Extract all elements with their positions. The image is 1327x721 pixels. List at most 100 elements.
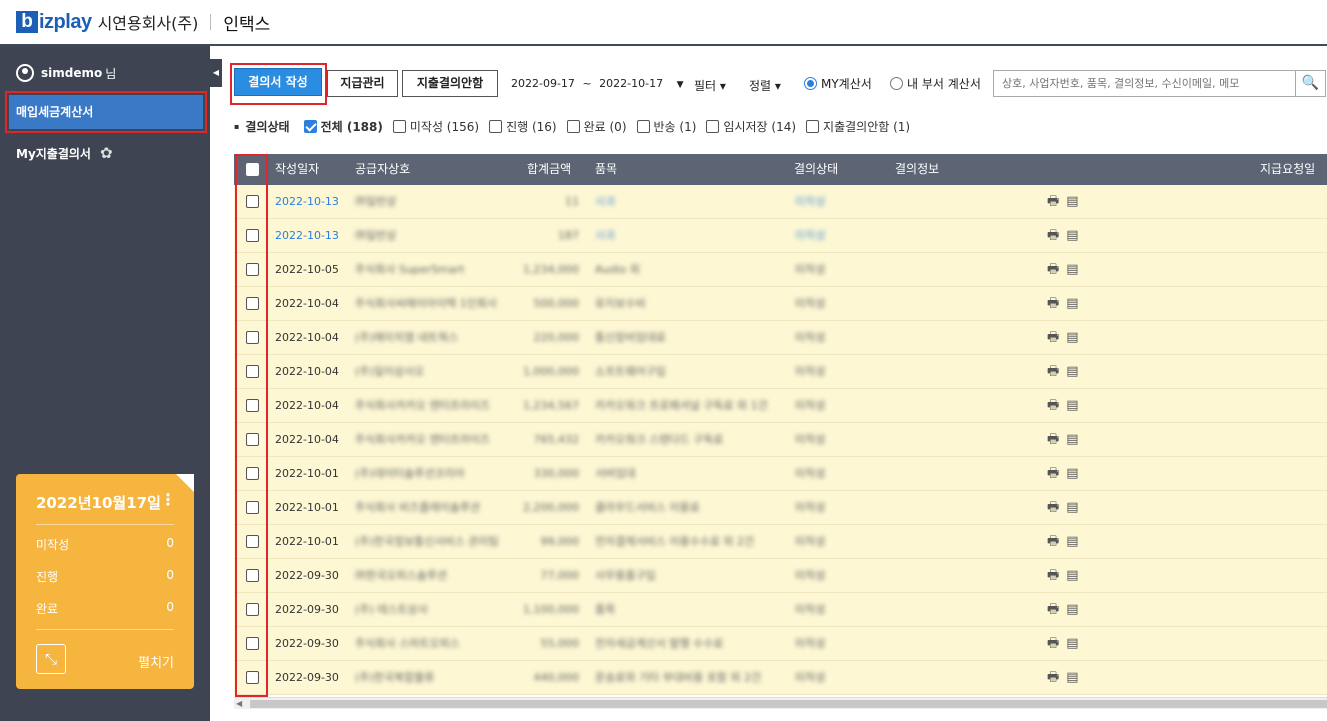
memo-icon[interactable]: ▤ — [1066, 364, 1078, 379]
table-row[interactable]: 2022-10-04 (주)일이삼사오 1,000,000 소프트웨어구입 미작성 🖶 ▤ — [234, 355, 1327, 389]
checkbox[interactable] — [489, 120, 503, 133]
row-checkbox[interactable] — [246, 195, 259, 208]
scrollbar-thumb[interactable] — [250, 700, 1327, 708]
memo-icon[interactable]: ▤ — [1066, 432, 1078, 447]
radio-dept-invoice[interactable]: 내 부서 계산서 — [890, 75, 981, 92]
filter-no-expense[interactable]: 지출결의안함 (1) — [806, 118, 910, 135]
memo-icon[interactable]: ▤ — [1066, 568, 1078, 583]
row-checkbox[interactable] — [246, 603, 259, 616]
row-checkbox[interactable] — [246, 331, 259, 344]
no-expense-button[interactable]: 지출결의안함 — [402, 70, 498, 97]
table-row[interactable]: 2022-10-01 (주)한국정보통신서비스 관리팀 99,000 전자결제서비스 … — [234, 525, 1327, 559]
sidebar-item-purchase-tax-invoice[interactable]: 매입세금계산서 — [5, 91, 207, 133]
memo-icon[interactable]: ▤ — [1066, 228, 1078, 243]
table-row[interactable]: 2022-09-30 (주)한국복합물류 440,000 운송료외 기타 부대비용 포… — [234, 661, 1327, 695]
sidebar-collapse-icon[interactable]: ◀ — [210, 59, 222, 87]
table-row[interactable]: 2022-10-05 주식회사 SuperSmart 1,234,000 Audio … — [234, 253, 1327, 287]
filter-unwritten[interactable]: 미작성 (156) — [392, 118, 479, 135]
print-icon[interactable]: 🖶 — [1047, 670, 1059, 685]
checkbox[interactable] — [303, 120, 317, 133]
expand-label[interactable]: 펼치기 — [138, 652, 174, 671]
filter-temp-saved[interactable]: 임시저장 (14) — [706, 118, 796, 135]
filter-complete[interactable]: 완료 (0) — [566, 118, 627, 135]
memo-icon[interactable]: ▤ — [1066, 534, 1078, 549]
row-checkbox[interactable] — [246, 263, 259, 276]
expand-icon[interactable]: ⤡ — [36, 644, 66, 674]
col-amount[interactable]: 합계금액 — [527, 154, 571, 185]
row-checkbox[interactable] — [246, 297, 259, 310]
col-status[interactable]: 결의상태 — [794, 154, 838, 185]
table-row[interactable]: 2022-10-04 (주)에이치엠 네트웍스 220,000 통신장비임대료 미작성 🖶… — [234, 321, 1327, 355]
table-row[interactable]: 2022-09-30 주식회사 스마트오피스 55,000 전자세금계산서 발행 수수… — [234, 627, 1327, 661]
memo-icon[interactable]: ▤ — [1066, 398, 1078, 413]
table-row[interactable]: 2022-10-01 주식회사 비즈플레이솔루션 2,200,000 클라우드서비스 … — [234, 491, 1327, 525]
print-icon[interactable]: 🖶 — [1047, 568, 1059, 583]
row-checkbox[interactable] — [246, 229, 259, 242]
scroll-left-icon[interactable]: ◀ — [236, 698, 242, 709]
row-checkbox[interactable] — [246, 535, 259, 548]
filter-progress[interactable]: 진행 (16) — [489, 118, 557, 135]
col-pay-date[interactable]: 지급요청일 — [1260, 154, 1315, 185]
print-icon[interactable]: 🖶 — [1047, 500, 1059, 515]
search-icon[interactable]: 🔍 — [1295, 70, 1326, 97]
memo-icon[interactable]: ▤ — [1066, 262, 1078, 277]
print-icon[interactable]: 🖶 — [1047, 330, 1059, 345]
col-date[interactable]: 작성일자 — [275, 154, 319, 185]
search-input[interactable] — [993, 70, 1296, 97]
write-resolution-button[interactable]: 결의서 작성 — [234, 68, 322, 96]
memo-icon[interactable]: ▤ — [1066, 636, 1078, 651]
checkbox[interactable] — [706, 120, 720, 133]
table-row[interactable]: 2022-10-04 주식회사카카오 엔터프라이즈 1,234,567 카카오워크 프… — [234, 389, 1327, 423]
print-icon[interactable]: 🖶 — [1047, 534, 1059, 549]
row-checkbox[interactable] — [246, 467, 259, 480]
table-row[interactable]: 2022-09-30 ㈜한국오피스솔루션 77,000 사무용품구입 미작성 🖶 ▤ — [234, 559, 1327, 593]
checkbox[interactable] — [566, 120, 580, 133]
filter-all[interactable]: 전체 (188) — [303, 118, 383, 135]
col-info[interactable]: 결의정보 — [895, 154, 939, 185]
table-row[interactable]: 2022-10-01 (주)데이터솔루션코리아 330,000 서버임대 미작성 🖶 ▤ — [234, 457, 1327, 491]
print-icon[interactable]: 🖶 — [1047, 228, 1059, 243]
memo-icon[interactable]: ▤ — [1066, 670, 1078, 685]
horizontal-scrollbar[interactable]: ◀ — [234, 697, 1327, 709]
row-date[interactable]: 2022-10-13 — [275, 185, 339, 218]
col-item[interactable]: 품목 — [595, 154, 617, 185]
filter-returned[interactable]: 반송 (1) — [636, 118, 696, 135]
checkbox[interactable] — [806, 120, 820, 133]
print-icon[interactable]: 🖶 — [1047, 262, 1059, 277]
row-checkbox[interactable] — [246, 671, 259, 684]
sidebar-item-my-expense[interactable]: My지출결의서 ✿ — [16, 144, 113, 162]
row-checkbox[interactable] — [246, 637, 259, 650]
print-icon[interactable]: 🖶 — [1047, 432, 1059, 447]
gear-icon[interactable]: ✿ — [100, 144, 113, 162]
payment-management-button[interactable]: 지급관리 — [327, 70, 398, 97]
print-icon[interactable]: 🖶 — [1047, 398, 1059, 413]
row-checkbox[interactable] — [246, 501, 259, 514]
print-icon[interactable]: 🖶 — [1047, 364, 1059, 379]
row-checkbox[interactable] — [246, 365, 259, 378]
memo-icon[interactable]: ▤ — [1066, 466, 1078, 481]
bizplay-logo[interactable]: b izplay — [16, 11, 92, 34]
filter-dropdown[interactable]: 필터 ▾ — [694, 77, 726, 94]
memo-icon[interactable]: ▤ — [1066, 602, 1078, 617]
table-row[interactable]: 2022-10-13 ㈜일반상 11 사과 미작성 🖶 ▤ — [234, 185, 1327, 219]
more-icon[interactable]: ⋮ — [160, 490, 176, 509]
date-range[interactable]: 2022-09-17 ~ 2022-10-17 ▼ — [511, 77, 684, 90]
checkbox[interactable] — [636, 120, 650, 133]
memo-icon[interactable]: ▤ — [1066, 194, 1078, 209]
print-icon[interactable]: 🖶 — [1047, 296, 1059, 311]
col-supplier[interactable]: 공급자상호 — [355, 154, 410, 185]
row-checkbox[interactable] — [246, 569, 259, 582]
print-icon[interactable]: 🖶 — [1047, 636, 1059, 651]
row-checkbox[interactable] — [246, 433, 259, 446]
memo-icon[interactable]: ▤ — [1066, 296, 1078, 311]
table-row[interactable]: 2022-10-04 주식회사씨에이아이텍 1인회사 500,000 유지보수비 미작성… — [234, 287, 1327, 321]
row-checkbox[interactable] — [246, 399, 259, 412]
select-all-checkbox[interactable] — [246, 163, 259, 176]
table-row[interactable]: 2022-10-13 ㈜일반상 187 사과 미작성 🖶 ▤ — [234, 219, 1327, 253]
table-row[interactable]: 2022-10-04 주식회사카카오 엔터프라이즈 765,432 카카오워크 스탠다… — [234, 423, 1327, 457]
radio-my-invoice[interactable]: MY계산서 — [804, 75, 872, 92]
memo-icon[interactable]: ▤ — [1066, 330, 1078, 345]
memo-icon[interactable]: ▤ — [1066, 500, 1078, 515]
print-icon[interactable]: 🖶 — [1047, 194, 1059, 209]
table-row[interactable]: 2022-09-30 (주) 테스트상사 1,100,000 품목 미작성 🖶 ▤ — [234, 593, 1327, 627]
